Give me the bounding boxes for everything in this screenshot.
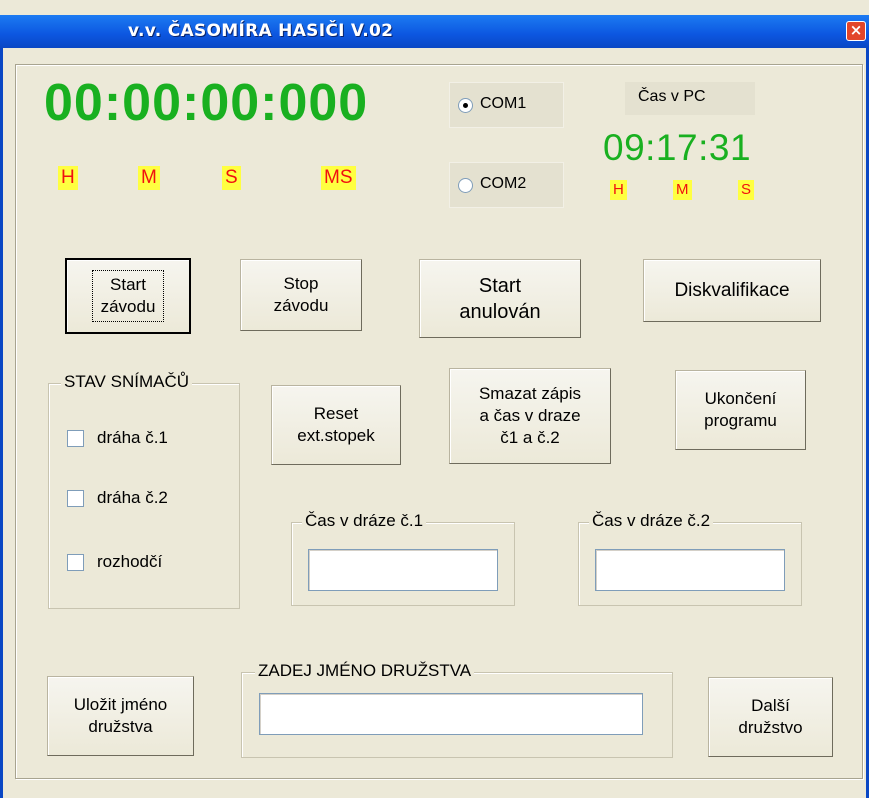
stop-race-button[interactable]: Stop závodu	[240, 259, 362, 331]
stopwatch-display: 00:00:00:000	[44, 74, 369, 132]
lane2-time-title: Čas v dráze č.2	[589, 511, 714, 531]
close-icon[interactable]: ×	[846, 21, 866, 41]
lane1-sensor-label: dráha č.1	[97, 428, 168, 447]
sensor-status-title: STAV SNÍMAČŮ	[61, 372, 192, 392]
com1-label: COM1	[480, 95, 527, 112]
com1-radio[interactable]	[458, 98, 473, 113]
lane1-time-field[interactable]	[308, 549, 498, 591]
minutes-label: M	[138, 166, 160, 190]
com2-label: COM2	[480, 175, 527, 192]
com1-option[interactable]: COM1	[449, 82, 564, 128]
disqualification-button[interactable]: Diskvalifikace	[643, 259, 821, 322]
lane1-time-group: Čas v dráze č.1	[291, 511, 515, 606]
com2-radio[interactable]	[458, 178, 473, 193]
start-race-button[interactable]: Start závodu	[65, 258, 191, 334]
milliseconds-label: MS	[321, 166, 356, 190]
next-team-button[interactable]: Další družstvo	[708, 677, 833, 757]
team-name-title: ZADEJ JMÉNO DRUŽSTVA	[255, 661, 475, 681]
start-race-label: Start závodu	[91, 270, 165, 322]
pc-minutes-label: M	[673, 180, 692, 200]
pc-time-display: 09:17:31	[603, 127, 752, 168]
clear-times-button[interactable]: Smazat zápis a čas v draze č1 a č.2	[449, 368, 611, 464]
hours-label: H	[58, 166, 78, 190]
lane2-sensor-checkbox[interactable]	[67, 490, 84, 507]
lane2-time-field[interactable]	[595, 549, 785, 591]
app-window: v.v. ČASOMÍRA HASIČI V.02 × 00:00:00:000…	[0, 0, 869, 798]
start-annulled-button[interactable]: Start anulován	[419, 259, 581, 338]
save-team-name-button[interactable]: Uložit jméno družstva	[47, 676, 194, 756]
client-area: 00:00:00:000 H M S MS COM1 COM2 Čas v PC…	[0, 48, 869, 798]
team-name-group: ZADEJ JMÉNO DRUŽSTVA	[241, 661, 673, 758]
lane2-time-group: Čas v dráze č.2	[578, 511, 802, 606]
referee-sensor-checkbox[interactable]	[67, 554, 84, 571]
seconds-label: S	[222, 166, 241, 190]
lane1-sensor-checkbox[interactable]	[67, 430, 84, 447]
sensor-status-group: STAV SNÍMAČŮ dráha č.1 dráha č.2 rozhodč…	[48, 372, 240, 609]
pc-time-label: Čas v PC	[625, 82, 755, 115]
window-title: v.v. ČASOMÍRA HASIČI V.02	[128, 21, 394, 41]
referee-sensor-label: rozhodčí	[97, 552, 163, 571]
lane2-sensor-label: dráha č.2	[97, 488, 168, 507]
quit-program-button[interactable]: Ukončení programu	[675, 370, 806, 450]
team-name-field[interactable]	[259, 693, 643, 735]
title-bar[interactable]: v.v. ČASOMÍRA HASIČI V.02 ×	[0, 15, 869, 48]
lane1-time-title: Čas v dráze č.1	[302, 511, 427, 531]
pc-hours-label: H	[610, 180, 627, 200]
reset-stopwatches-button[interactable]: Reset ext.stopek	[271, 385, 401, 465]
com2-option[interactable]: COM2	[449, 162, 564, 208]
pc-seconds-label: S	[738, 180, 755, 200]
